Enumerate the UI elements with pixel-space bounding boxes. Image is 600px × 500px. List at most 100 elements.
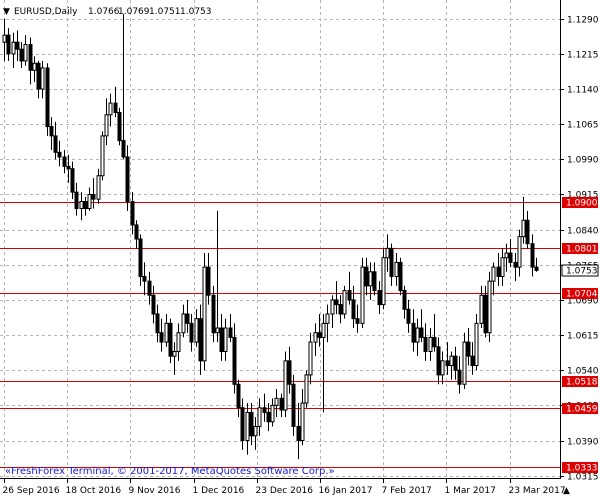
candle-body-bull (500, 257, 505, 277)
ohlc-high: 1.0769 (118, 7, 150, 17)
candle (360, 257, 365, 329)
candle-body-bear (151, 294, 156, 315)
candle-body-bull (23, 44, 28, 62)
candle (338, 295, 343, 324)
chart-window[interactable]: 1.1290 1.1215 1.1140 1.1065 1.0990 1.0915 1.08… (0, 0, 600, 500)
candle-body-bear (155, 313, 160, 334)
candle-body-bear (496, 266, 501, 277)
candle-body-bear (508, 252, 513, 263)
candle (304, 370, 309, 408)
candle (355, 304, 360, 333)
candle (155, 304, 160, 343)
candle (470, 342, 475, 375)
candle (291, 374, 296, 436)
candle-body-bear (389, 247, 394, 277)
y-tick-label: 1.0540 (567, 367, 599, 377)
candle (445, 342, 450, 375)
candle-body-bull (202, 266, 207, 362)
y-tick-label: 1.1215 (567, 51, 599, 61)
candle-body-bear (159, 332, 164, 343)
candle-body-bear (402, 290, 407, 310)
candle-body-bear (49, 126, 54, 137)
candle-body-bear (66, 165, 71, 170)
x-tick-label: 18 Oct 2016 (66, 486, 122, 496)
candle-body-bear (228, 327, 233, 338)
current-price-label: 1.0753 (566, 267, 598, 277)
candle-body-bear (534, 266, 539, 271)
candle-body-bull (449, 355, 454, 367)
candle (364, 257, 369, 296)
candle (62, 149, 67, 174)
y-tick-label: 1.0390 (567, 438, 599, 448)
candle (534, 257, 539, 272)
candle (270, 398, 275, 427)
y-tick-label: 1.0615 (567, 332, 599, 342)
candle-body-bull (325, 313, 330, 324)
candle (79, 192, 84, 221)
candle-body-bear (470, 355, 475, 367)
candle (274, 388, 279, 418)
candle-body-bull (253, 425, 258, 437)
candle-body-bull (415, 327, 420, 343)
candle-body-bull (32, 62, 37, 71)
candle-body-bear (240, 407, 245, 442)
candle (15, 30, 20, 61)
candle-body-bear (483, 294, 488, 334)
candle-body-bull (381, 257, 386, 306)
candle-body-bear (279, 397, 284, 411)
level-label: 1.0704 (566, 290, 598, 300)
candle-body-bear (189, 322, 194, 343)
candle (49, 117, 54, 150)
candle-body-bull (164, 322, 169, 343)
candle-body-bear (236, 383, 241, 409)
candle-body-bear (411, 322, 416, 343)
candle (504, 243, 509, 272)
candle-body-bear (364, 266, 369, 287)
candle-body-bear (334, 299, 339, 306)
candle (428, 328, 433, 361)
candle (308, 332, 313, 385)
candle (411, 309, 416, 352)
x-tick-label: 16 Jan 2017 (319, 486, 373, 496)
candle-body-bear (130, 201, 135, 226)
candle-body-bear (113, 102, 118, 113)
candle (479, 285, 484, 329)
candle (283, 351, 288, 418)
candle (347, 271, 352, 305)
y-tick-label: 1.1140 (567, 86, 599, 96)
candle-body-bull (368, 271, 373, 287)
candle (453, 346, 458, 380)
candle-body-bear (262, 407, 267, 413)
candle (389, 243, 394, 286)
candle (406, 299, 411, 333)
y-tick-label: 1.1065 (567, 121, 599, 131)
candle-body-bear (530, 243, 535, 268)
y-tick-label: 1.0315 (567, 473, 599, 483)
candle-body-bear (355, 318, 360, 324)
candle-body-bear (168, 322, 173, 357)
price-chart[interactable]: 1.12901.12151.11401.10651.09901.09151.08… (0, 0, 600, 500)
candle (19, 42, 24, 68)
candle (419, 309, 424, 343)
candle (176, 323, 181, 361)
candle (28, 37, 33, 85)
candle (113, 86, 118, 118)
candle (513, 253, 518, 282)
candle-body-bear (6, 34, 11, 55)
candle (530, 234, 535, 277)
level-label: 1.0801 (566, 245, 598, 255)
candle-body-bear (142, 275, 147, 282)
candle-body-bear (338, 304, 343, 315)
candle (57, 140, 62, 167)
candle (206, 253, 211, 305)
x-tick-label: 23 Dec 2016 (256, 486, 314, 496)
candle-body-bull (300, 402, 305, 442)
candle-body-bull (321, 322, 326, 338)
candle (487, 271, 492, 343)
candle-body-bear (249, 411, 254, 437)
candle-body-bull (394, 261, 399, 277)
candle-body-bull (308, 341, 313, 376)
candle (372, 262, 377, 296)
candle-body-bull (360, 266, 365, 324)
candle-body-bull (330, 299, 335, 315)
